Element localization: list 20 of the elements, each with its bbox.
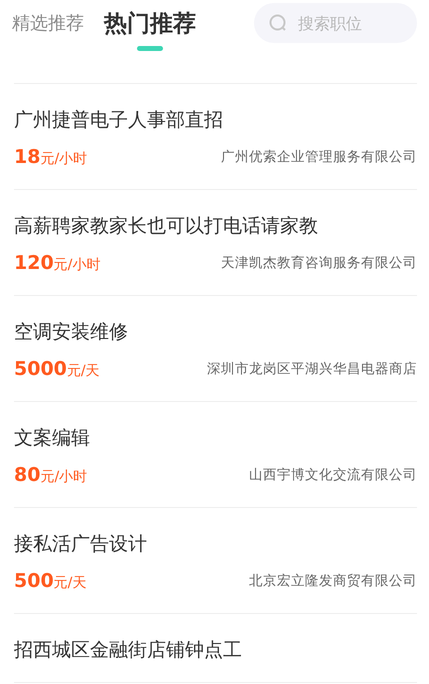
job-title[interactable]: 招西城区金融街店铺钟点工	[14, 636, 417, 664]
tab[interactable]: 热门推荐	[104, 8, 196, 38]
salary-text: 5000元/天	[14, 358, 100, 380]
search-icon	[269, 14, 287, 32]
company-name: 广州优索企业管理服务有限公司	[221, 148, 417, 166]
company-name: 山西宇博文化交流有限公司	[249, 466, 417, 484]
salary-text: 120元/小时	[14, 252, 100, 274]
salary-text: 80元/小时	[14, 464, 88, 486]
salary-text: 18元/小时	[14, 146, 88, 168]
salary-text: 500元/天	[14, 570, 86, 592]
search-field[interactable]: 搜索职位	[254, 3, 417, 43]
job-title[interactable]: 接私活广告设计	[14, 530, 417, 558]
company-name: 北京宏立隆发商贸有限公司	[249, 572, 417, 590]
job-title[interactable]: 文案编辑	[14, 424, 417, 452]
company-name: 天津凯杰教育咨询服务有限公司	[221, 254, 417, 272]
company-name: 深圳市龙岗区平湖兴华昌电器商店	[207, 360, 417, 378]
job-title[interactable]: 高薪聘家教家长也可以打电话请家教	[14, 212, 417, 240]
tab-indicator	[137, 46, 163, 50]
job-title[interactable]: 广州捷普电子人事部直招	[14, 106, 417, 134]
job-title[interactable]: 空调安装维修	[14, 318, 417, 346]
